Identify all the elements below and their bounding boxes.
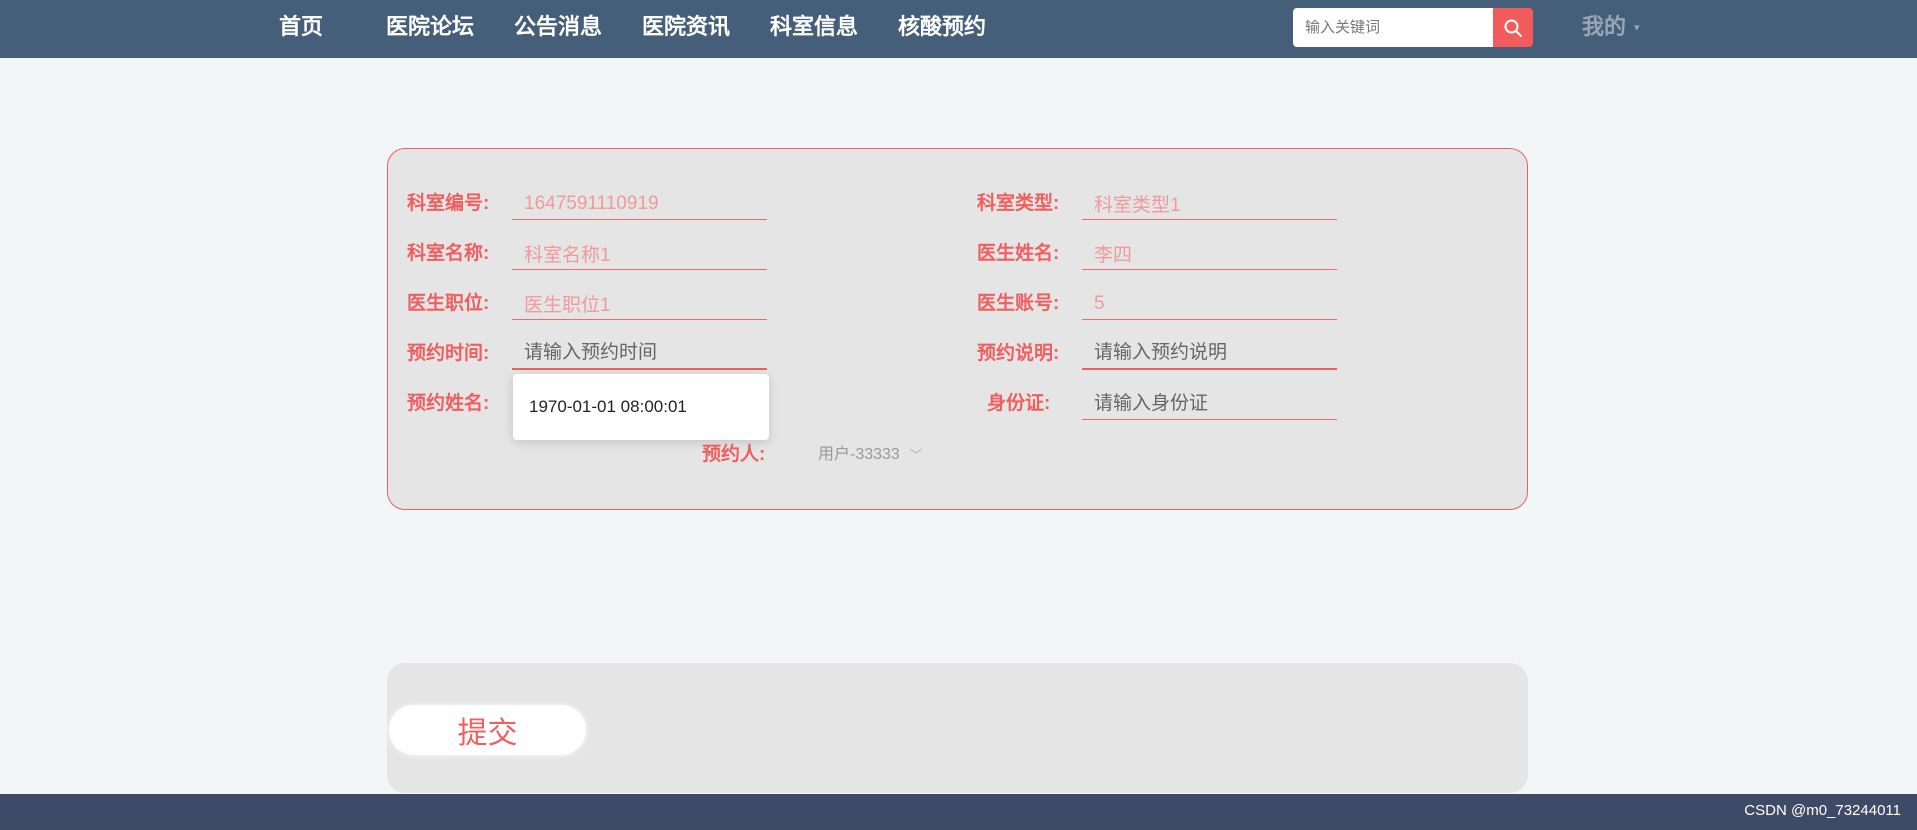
chevron-down-icon: ﹀ (909, 448, 922, 462)
id-card-input[interactable] (1082, 388, 1337, 420)
dept-name-field[interactable] (512, 238, 767, 270)
doctor-title-field[interactable] (512, 288, 767, 320)
appt-name-label: 预约姓名: (407, 393, 490, 414)
nav-item-notice[interactable]: 公告消息 (514, 0, 602, 58)
search-input[interactable] (1293, 8, 1493, 47)
doctor-name-field[interactable] (1082, 238, 1337, 270)
nav-item-news[interactable]: 医院资讯 (642, 0, 730, 58)
appt-user-select[interactable]: 用户-33333 ﹀ (818, 440, 922, 470)
nav-item-home[interactable]: 首页 (279, 0, 323, 58)
appt-user-label: 预约人: (702, 444, 766, 465)
dept-name-label: 科室名称: (407, 243, 490, 264)
appt-time-input[interactable] (512, 338, 767, 370)
appt-time-label: 预约时间: (407, 343, 490, 364)
appt-user-value: 用户-33333 (818, 446, 900, 463)
appt-desc-label: 预约说明: (977, 343, 1060, 364)
watermark-text: CSDN @m0_73244011 (1744, 802, 1901, 819)
dept-no-field[interactable] (512, 188, 767, 220)
appt-desc-input[interactable] (1082, 338, 1337, 370)
my-menu-label: 我的 (1582, 14, 1627, 39)
doctor-name-label: 医生姓名: (977, 243, 1060, 264)
dept-no-label: 科室编号: (407, 193, 490, 214)
footer-bar (0, 794, 1917, 830)
top-nav-bar: 首页 医院论坛 公告消息 医院资讯 科室信息 核酸预约 我的 ▾ (0, 0, 1917, 58)
nav-item-department[interactable]: 科室信息 (770, 0, 858, 58)
date-suggestion-popup[interactable]: 1970-01-01 08:00:01 (513, 374, 769, 440)
doctor-account-field[interactable] (1082, 288, 1337, 320)
search-button[interactable] (1493, 8, 1533, 47)
submit-button[interactable]: 提交 (389, 705, 586, 755)
search-icon (1504, 19, 1522, 37)
my-menu[interactable]: 我的 ▾ (1582, 0, 1640, 58)
doctor-title-label: 医生职位: (407, 293, 490, 314)
doctor-account-label: 医生账号: (977, 293, 1060, 314)
chevron-down-icon: ▾ (1634, 22, 1640, 35)
dept-type-field[interactable] (1082, 188, 1337, 220)
nav-item-nucleic[interactable]: 核酸预约 (898, 0, 986, 58)
nav-item-forum[interactable]: 医院论坛 (386, 0, 474, 58)
id-card-label: 身份证: (987, 393, 1051, 414)
dept-type-label: 科室类型: (977, 193, 1060, 214)
